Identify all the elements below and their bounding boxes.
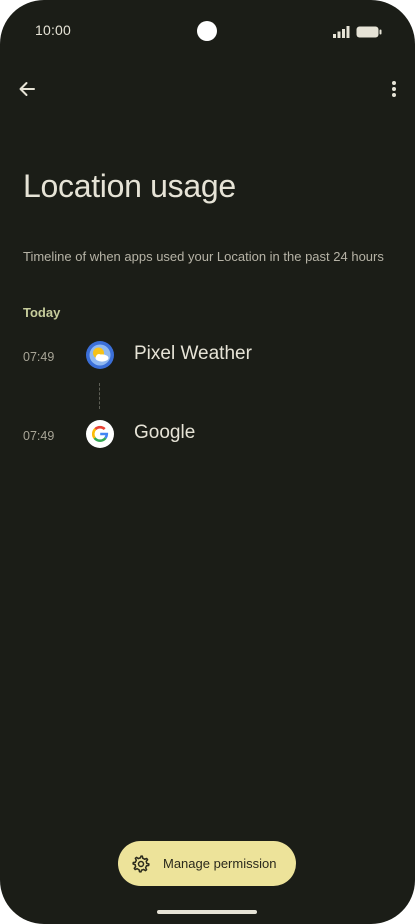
app-name: Google xyxy=(134,422,196,443)
google-icon xyxy=(86,420,114,448)
back-button[interactable] xyxy=(10,72,44,106)
manage-permission-label: Manage permission xyxy=(163,856,277,871)
camera-cutout xyxy=(197,21,217,41)
more-vert-icon xyxy=(392,81,396,97)
status-time: 10:00 xyxy=(35,22,72,38)
timeline-connector xyxy=(99,383,100,409)
status-bar: 10:00 xyxy=(0,0,415,62)
timeline-row-google[interactable]: 07:49 Google xyxy=(0,420,415,475)
battery-icon xyxy=(356,25,382,43)
home-indicator[interactable] xyxy=(157,910,257,914)
gear-icon xyxy=(130,853,152,875)
page-subtitle: Timeline of when apps used your Location… xyxy=(23,249,384,264)
timeline-time: 07:49 xyxy=(23,350,55,364)
page-title: Location usage xyxy=(23,168,236,204)
app-bar xyxy=(0,70,415,110)
signal-icon xyxy=(333,25,351,43)
manage-permission-button[interactable]: Manage permission xyxy=(118,841,296,886)
phone-screen: 10:00 Location usage Timeline of when ap… xyxy=(0,0,415,924)
app-name: Pixel Weather xyxy=(134,343,252,364)
more-options-button[interactable] xyxy=(378,72,410,106)
timeline-row-pixel-weather[interactable]: 07:49 Pixel Weather xyxy=(0,341,415,396)
section-header-today: Today xyxy=(23,305,61,320)
arrow-back-icon xyxy=(19,82,35,96)
timeline-time: 07:49 xyxy=(23,429,55,443)
pixel-weather-icon xyxy=(86,341,114,369)
